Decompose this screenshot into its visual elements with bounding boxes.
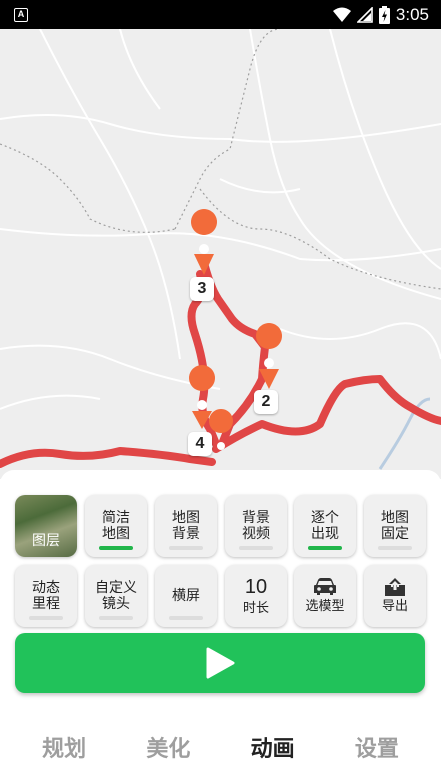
dynamic-mileage-label: 动态 里程 xyxy=(32,580,60,612)
dynamic-mileage-toggle[interactable]: 动态 里程 xyxy=(15,565,77,627)
export-button[interactable]: 导出 xyxy=(364,565,426,627)
wifi-icon xyxy=(332,7,351,22)
custom-camera-label: 自定义 镜头 xyxy=(95,580,137,612)
toggle-indicator-on xyxy=(308,546,342,550)
tab-animation[interactable]: 动画 xyxy=(251,731,295,763)
map-canvas xyxy=(0,29,441,470)
toggle-indicator-off xyxy=(29,616,63,620)
simple-map-toggle[interactable]: 简洁 地图 xyxy=(85,495,147,557)
background-video-toggle[interactable]: 背景 视频 xyxy=(225,495,287,557)
fixed-map-label: 地图 固定 xyxy=(381,510,409,542)
notification-a-icon: A xyxy=(14,7,28,22)
duration-button[interactable]: 10 时长 xyxy=(225,565,287,627)
choose-model-label: 选模型 xyxy=(305,599,345,614)
toggle-indicator-off xyxy=(378,546,412,550)
play-button[interactable] xyxy=(15,633,425,693)
background-video-label: 背景 视频 xyxy=(242,510,270,542)
upload-icon xyxy=(385,578,405,596)
landscape-label: 横屏 xyxy=(172,588,200,604)
export-label: 导出 xyxy=(381,599,408,614)
battery-icon xyxy=(378,5,390,24)
animation-panel: 图层 简洁 地图 地图 背景 背景 视频 逐个 出现 地图 固定 动态 里程 自… xyxy=(0,470,441,710)
toggle-indicator-off xyxy=(99,616,133,620)
appear-one-by-one-label: 逐个 出现 xyxy=(311,510,339,542)
status-bar: A 3:05 xyxy=(0,0,441,29)
choose-model-button[interactable]: 选模型 xyxy=(294,565,356,627)
tab-beautify[interactable]: 美化 xyxy=(146,731,190,763)
car-icon xyxy=(314,578,336,595)
tab-settings[interactable]: 设置 xyxy=(355,731,399,763)
appear-one-by-one-toggle[interactable]: 逐个 出现 xyxy=(294,495,356,557)
bottom-tab-bar: 规划 美化 动画 设置 xyxy=(0,710,441,784)
layer-label: 图层 xyxy=(32,533,60,549)
duration-label: 时长 xyxy=(242,601,269,616)
marker-label-4[interactable]: 4 xyxy=(188,432,212,456)
custom-camera-toggle[interactable]: 自定义 镜头 xyxy=(85,565,147,627)
signal-icon xyxy=(356,6,373,23)
toggle-indicator-off xyxy=(169,616,203,620)
status-time: 3:05 xyxy=(395,4,429,24)
map-background-label: 地图 背景 xyxy=(172,510,200,542)
toggle-indicator-off xyxy=(239,546,273,550)
play-icon xyxy=(206,647,235,679)
duration-value: 10 xyxy=(244,576,268,598)
landscape-toggle[interactable]: 横屏 xyxy=(155,565,217,627)
toggle-indicator-off xyxy=(169,546,203,550)
marker-label-3[interactable]: 3 xyxy=(190,277,214,301)
marker-label-2[interactable]: 2 xyxy=(254,390,278,414)
layer-button[interactable]: 图层 xyxy=(15,495,77,557)
simple-map-label: 简洁 地图 xyxy=(102,510,130,542)
toggle-indicator-on xyxy=(99,546,133,550)
map-background-toggle[interactable]: 地图 背景 xyxy=(155,495,217,557)
tab-plan[interactable]: 规划 xyxy=(42,731,86,763)
fixed-map-toggle[interactable]: 地图 固定 xyxy=(364,495,426,557)
route-map[interactable]: 3 2 4 xyxy=(0,29,441,479)
